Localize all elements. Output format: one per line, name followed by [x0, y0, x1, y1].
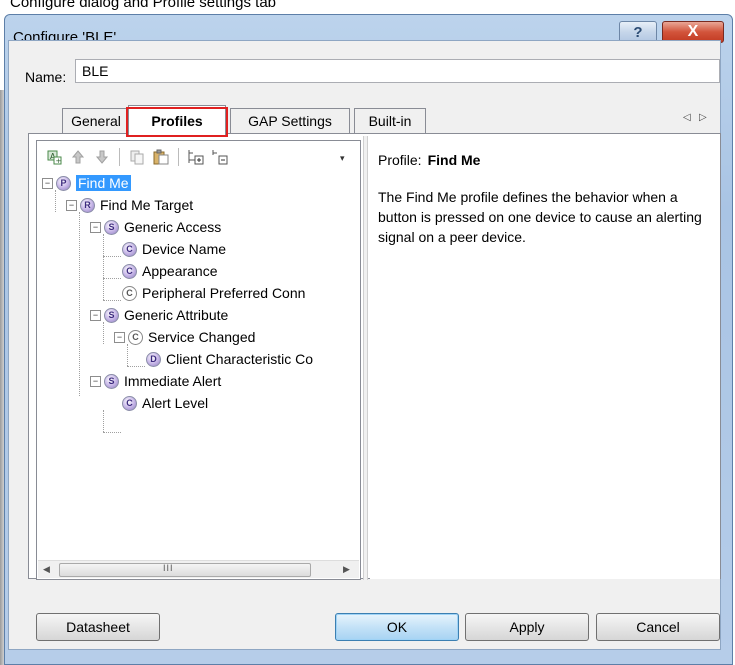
characteristic-icon: C — [128, 329, 143, 345]
characteristic-icon: C — [122, 285, 137, 301]
collapse-all-icon[interactable] — [210, 147, 230, 167]
tree-node-label: Peripheral Preferred Conn — [142, 285, 306, 301]
scroll-right-icon[interactable]: ▶ — [343, 564, 350, 575]
tree-connector — [103, 278, 121, 279]
profile-description: The Find Me profile defines the behavior… — [378, 189, 702, 245]
profile-label: Profile: — [378, 152, 422, 168]
tree-node-alert-level[interactable]: C Alert Level — [122, 392, 208, 414]
tab-general[interactable]: General — [62, 108, 130, 133]
paste-icon[interactable] — [151, 147, 171, 167]
name-input[interactable] — [75, 59, 720, 83]
tree-toolbar: A + — [38, 142, 359, 172]
tab-scroll-left-icon[interactable]: ◁ — [683, 112, 691, 123]
toolbar-overflow-icon[interactable]: ▾ — [340, 153, 345, 164]
tree-node-label: Device Name — [142, 241, 227, 257]
characteristic-icon: C — [122, 263, 137, 279]
collapse-icon[interactable]: − — [114, 331, 125, 343]
tree-connector — [103, 256, 121, 257]
tree-node-appearance[interactable]: C Appearance — [122, 260, 218, 282]
tab-gap-settings[interactable]: GAP Settings — [230, 108, 350, 133]
svg-text:+: + — [56, 157, 62, 165]
collapse-icon[interactable]: − — [90, 309, 101, 321]
toolbar-separator — [178, 148, 179, 166]
name-label: Name: — [25, 69, 67, 85]
characteristic-icon: C — [122, 241, 137, 257]
tab-built-in[interactable]: Built-in — [354, 108, 426, 133]
tree-node-label: Generic Attribute — [124, 307, 229, 323]
tree-connector — [127, 366, 145, 367]
tree-connector — [79, 212, 80, 396]
tree-node-find-me-target[interactable]: − R Find Me Target — [66, 194, 193, 216]
ok-button[interactable]: OK — [335, 613, 459, 641]
profile-icon: P — [56, 175, 71, 191]
tab-scroll-right-icon[interactable]: ▷ — [699, 112, 707, 123]
service-icon: S — [104, 373, 119, 389]
caption-text: Configure dialog and Profile settings ta… — [10, 0, 277, 11]
tree-node-find-me-profile[interactable]: − P Find Me — [42, 172, 131, 194]
copy-icon[interactable] — [127, 147, 147, 167]
tree-connector — [103, 410, 104, 432]
datasheet-button[interactable]: Datasheet — [36, 613, 160, 641]
apply-button[interactable]: Apply — [465, 613, 589, 641]
add-service-icon[interactable]: A + — [44, 147, 64, 167]
tree-node-label: Alert Level — [142, 395, 209, 411]
tree-connector — [103, 432, 121, 433]
characteristic-icon: C — [122, 395, 137, 411]
role-icon: R — [80, 197, 95, 213]
tree-node-device-name[interactable]: C Device Name — [122, 238, 226, 260]
help-icon: ? — [633, 23, 643, 41]
tree-node-client-characteristic-config[interactable]: D Client Characteristic Co — [146, 348, 313, 370]
cancel-button[interactable]: Cancel — [596, 613, 720, 641]
tree-connector — [103, 234, 104, 300]
profile-heading: Profile: Find Me — [378, 152, 480, 168]
scrollbar-grip-icon: III — [163, 563, 174, 573]
scrollbar-thumb[interactable] — [59, 563, 311, 577]
tree-connector — [103, 300, 121, 301]
tree-node-peripheral-preferred-conn[interactable]: C Peripheral Preferred Conn — [122, 282, 305, 304]
tree-node-label: Find Me — [76, 175, 131, 191]
collapse-icon[interactable]: − — [66, 199, 77, 211]
tree-node-generic-attribute[interactable]: − S Generic Attribute — [90, 304, 228, 326]
tree-node-label: Immediate Alert — [124, 373, 222, 389]
tree-horizontal-scrollbar[interactable]: ◀ III ▶ — [38, 560, 359, 578]
service-icon: S — [104, 307, 119, 323]
tree-node-label: Appearance — [142, 263, 218, 279]
service-icon: S — [104, 219, 119, 235]
move-up-icon[interactable] — [68, 147, 88, 167]
collapse-icon[interactable]: − — [90, 375, 101, 387]
tree-node-label: Generic Access — [124, 219, 222, 235]
tree-node-label: Client Characteristic Co — [166, 351, 314, 367]
expand-all-icon[interactable] — [186, 147, 206, 167]
tree-node-label: Service Changed — [148, 329, 256, 345]
tree-node-service-changed[interactable]: − C Service Changed — [114, 326, 255, 348]
scroll-left-icon[interactable]: ◀ — [43, 564, 50, 575]
tab-profiles[interactable]: Profiles — [128, 105, 226, 135]
collapse-icon[interactable]: − — [90, 221, 101, 233]
move-down-icon[interactable] — [92, 147, 112, 167]
tree-node-label: Find Me Target — [100, 197, 194, 213]
toolbar-separator — [119, 148, 120, 166]
collapse-icon[interactable]: − — [42, 177, 53, 189]
profile-tree[interactable]: − P Find Me − R Find Me Target − S Gener… — [38, 172, 359, 558]
pane-splitter[interactable] — [363, 136, 368, 580]
tree-node-generic-access[interactable]: − S Generic Access — [90, 216, 221, 238]
descriptor-icon: D — [146, 351, 161, 367]
close-icon: X — [687, 23, 699, 40]
tree-node-immediate-alert[interactable]: − S Immediate Alert — [90, 370, 221, 392]
profile-name: Find Me — [427, 152, 481, 168]
